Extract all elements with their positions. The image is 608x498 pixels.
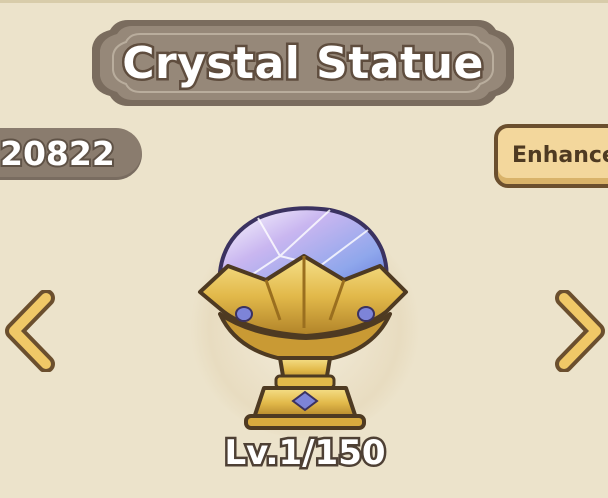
chevron-right-icon <box>555 289 605 373</box>
prev-statue-button[interactable] <box>2 289 58 373</box>
crystal-statue-icon <box>198 206 408 430</box>
statue-level: Lv.1/150 <box>222 431 388 476</box>
title-plaque: Crystal Statue <box>88 14 518 112</box>
resource-counter: 20822 <box>0 128 142 180</box>
statue-display <box>180 196 430 438</box>
next-statue-button[interactable] <box>552 289 608 373</box>
resource-value: 20822 <box>0 132 117 175</box>
top-divider <box>0 0 608 3</box>
enhance-button-label: Enhance <box>512 143 608 168</box>
page-title: Crystal Statue <box>120 35 486 91</box>
chevron-left-icon <box>5 289 55 373</box>
enhance-button[interactable]: Enhance <box>494 124 608 188</box>
